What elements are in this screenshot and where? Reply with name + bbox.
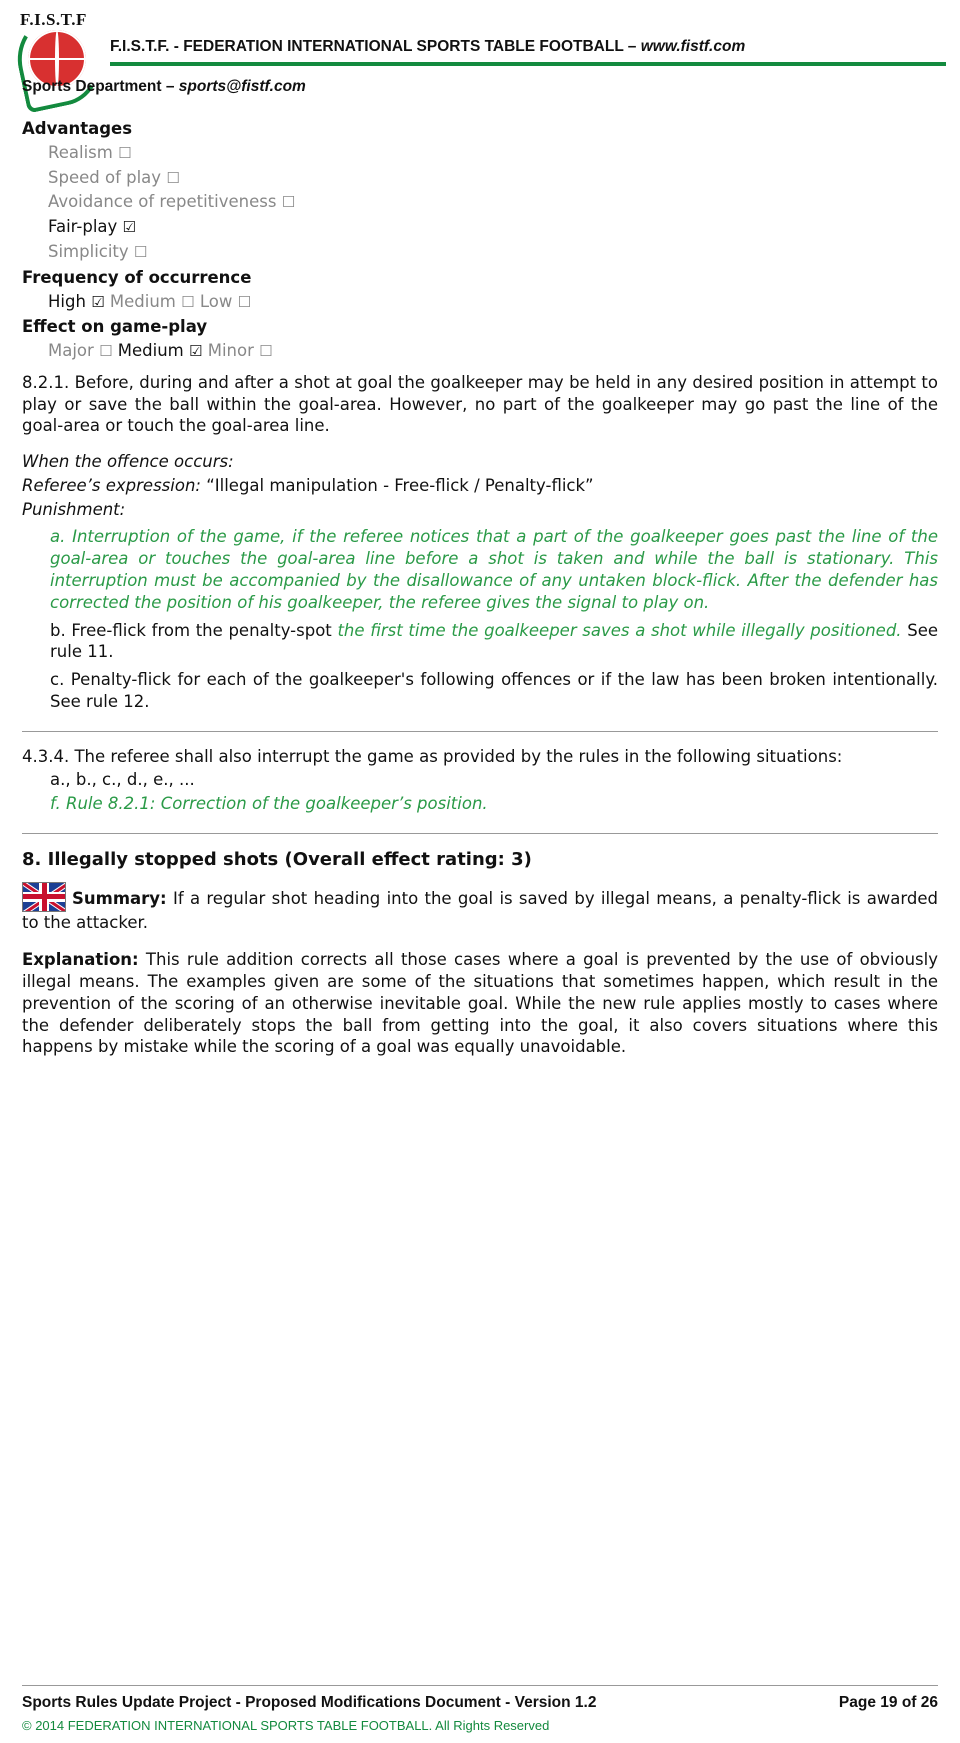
advantage-label: Avoidance of repetitiveness: [48, 192, 277, 212]
advantage-item-realism: Realism ☐: [48, 142, 938, 164]
rule-434-list: a., b., c., d., e., ...: [50, 770, 195, 790]
advantage-item-speed-of-play: Speed of play ☐: [48, 167, 938, 189]
frequency-title: Frequency of occurrence: [22, 267, 252, 287]
effect-option-medium-label: Medium: [117, 341, 184, 361]
advantages-title: Advantages: [22, 119, 133, 138]
advantage-label: Realism: [48, 142, 113, 162]
checkbox-checked-icon: ☑: [189, 342, 203, 361]
header-org-url: www.fistf.com: [640, 38, 746, 55]
advantage-item-avoidance-of-repetitiveness: Avoidance of repetitiveness ☐: [48, 191, 938, 213]
rule-434-item-f: f. Rule 8.2.1: Correction of the goalkee…: [50, 794, 488, 814]
advantage-item-fair-play: Fair-play ☑: [48, 216, 938, 238]
rule-number: 8.2.1.: [22, 372, 70, 392]
header-org-text: F.I.S.T.F. - FEDERATION INTERNATIONAL SP…: [110, 38, 641, 55]
checkbox-unchecked-icon: ☐: [281, 193, 296, 212]
effect-title: Effect on game-play: [22, 317, 208, 337]
logo-text: F.I.S.T.F: [20, 10, 87, 29]
section-8-summary: Summary: If a regular shot heading into …: [22, 881, 938, 934]
footer-document-title: Sports Rules Update Project - Proposed M…: [22, 1694, 597, 1711]
rule-text: Before, during and after a shot at goal …: [22, 372, 938, 436]
page-footer: Sports Rules Update Project - Proposed M…: [0, 1685, 960, 1743]
effect-options: Major ☐ Medium ☑ Minor ☐: [48, 340, 938, 362]
punishment-b-text-green: the first time the goalkeeper saves a sh…: [337, 620, 902, 640]
checkbox-unchecked-icon: ☐: [118, 143, 132, 162]
referee-expression-label: Referee’s expression:: [22, 475, 201, 495]
when-offence-occurs-label: When the offence occurs:: [22, 452, 234, 472]
header-dept-email: sports@fistf.com: [178, 78, 306, 95]
section-divider-2: [22, 832, 938, 834]
checkbox-unchecked-icon: ☐: [259, 342, 273, 361]
section-8-title: 8. Illegally stopped shots (Overall effe…: [22, 848, 532, 870]
header-dept-text: Sports Department –: [22, 78, 179, 95]
checkbox-unchecked-icon: ☐: [133, 242, 148, 261]
effect-option-major-label: Major: [48, 341, 94, 361]
header-divider: [110, 62, 946, 66]
advantage-label: Simplicity: [48, 241, 129, 261]
section-8-explanation: Explanation: This rule addition corrects…: [22, 949, 938, 1058]
frequency-option-high-label: High: [48, 291, 86, 311]
punishment-b-text-1: b. Free-flick from the penalty-spot: [50, 620, 338, 640]
referee-expression-line: Referee’s expression: “Illegal manipulat…: [22, 475, 938, 497]
footer-copyright: © 2014 FEDERATION INTERNATIONAL SPORTS T…: [22, 1718, 550, 1733]
header-organization-line: F.I.S.T.F. - FEDERATION INTERNATIONAL SP…: [110, 38, 745, 56]
header-department-line: Sports Department – sports@fistf.com: [22, 78, 306, 96]
checkbox-unchecked-icon: ☐: [181, 292, 195, 311]
checkbox-unchecked-icon: ☐: [237, 292, 252, 311]
frequency-option-medium-label: Medium: [109, 291, 176, 311]
uk-flag-icon: [22, 881, 66, 912]
document-body: Advantages Realism ☐ Speed of play ☐ Avo…: [0, 118, 960, 1058]
footer-row: Sports Rules Update Project - Proposed M…: [22, 1694, 938, 1712]
explanation-text: This rule addition corrects all those ca…: [22, 950, 938, 1057]
referee-expression-text: “Illegal manipulation - Free-flick / Pen…: [200, 475, 594, 495]
checkbox-checked-icon: ☑: [91, 292, 105, 311]
frequency-option-low-label: Low: [199, 291, 233, 311]
section-divider-1: [22, 730, 938, 732]
punishment-item-b: b. Free-flick from the penalty-spot the …: [50, 620, 938, 664]
explanation-label: Explanation:: [22, 950, 139, 970]
rule-821-paragraph: 8.2.1. Before, during and after a shot a…: [22, 372, 938, 437]
effect-option-minor-label: Minor: [207, 341, 254, 361]
punishment-label: Punishment:: [22, 499, 126, 519]
advantage-label: Fair-play: [48, 217, 118, 237]
checkbox-checked-icon: ☑: [122, 218, 136, 237]
footer-divider: [22, 1685, 938, 1686]
footer-page-number: Page 19 of 26: [838, 1694, 938, 1711]
document-page: F.I.S.T.F F.I.S.T.F. - FEDERATION INTERN…: [0, 0, 960, 1743]
ratings-block: Advantages Realism ☐ Speed of play ☐ Avo…: [22, 118, 938, 362]
page-header: F.I.S.T.F F.I.S.T.F. - FEDERATION INTERN…: [0, 0, 960, 118]
summary-label: Summary:: [72, 888, 167, 908]
rule-434-intro: 4.3.4. The referee shall also interrupt …: [22, 746, 843, 766]
punishment-item-a: a. Interruption of the game, if the refe…: [50, 527, 938, 612]
checkbox-unchecked-icon: ☐: [99, 342, 113, 361]
punishment-item-c: c. Penalty-flick for each of the goalkee…: [50, 670, 938, 711]
frequency-options: High ☑ Medium ☐ Low ☐: [48, 291, 938, 313]
advantage-label: Speed of play: [48, 167, 162, 187]
advantage-item-simplicity: Simplicity ☐: [48, 241, 938, 263]
checkbox-unchecked-icon: ☐: [166, 168, 180, 187]
